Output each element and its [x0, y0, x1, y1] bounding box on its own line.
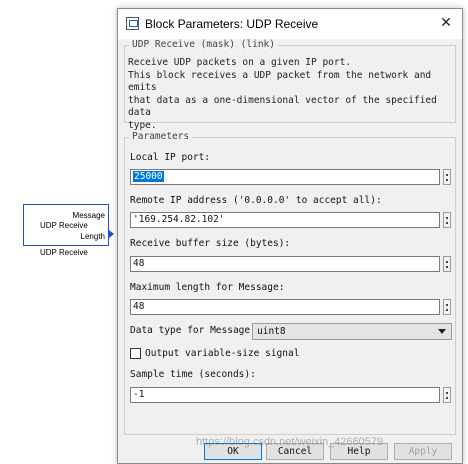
sample-time-label: Sample time (seconds): [130, 369, 256, 380]
data-type-select[interactable]: uint8 [252, 323, 452, 340]
buffer-size-input[interactable]: 48 [130, 256, 440, 272]
description-line: This block receives a UDP packet from th… [128, 69, 432, 94]
close-button[interactable]: ✕ [438, 14, 454, 32]
title-bar[interactable]: Block Parameters: UDP Receive ✕ [118, 9, 462, 39]
port-label-message: Message [72, 211, 105, 220]
data-type-label: Data type for Message: [130, 325, 256, 336]
local-port-label: Local IP port: [130, 152, 211, 163]
block-description: Receive UDP packets on a given IP port. … [128, 57, 454, 132]
udp-receive-block[interactable]: Message UDP Receive Length [23, 204, 109, 246]
block-parameters-dialog: Block Parameters: UDP Receive ✕ UDP Rece… [117, 8, 463, 464]
local-port-value: 25000 [133, 171, 164, 182]
max-length-edit-button[interactable] [443, 299, 451, 315]
simulink-window-icon [126, 17, 139, 30]
variable-size-checkbox[interactable] [130, 348, 141, 359]
variable-size-label: Output variable-size signal [145, 348, 300, 359]
sample-time-input[interactable]: -1 [130, 387, 440, 403]
cancel-button[interactable]: Cancel [266, 443, 324, 460]
block-name-label: UDP Receive [40, 248, 88, 257]
sample-time-edit-button[interactable] [443, 387, 451, 403]
description-line: that data as a one-dimensional vector of… [128, 94, 437, 119]
local-port-edit-button[interactable] [443, 169, 451, 185]
buffer-size-edit-button[interactable] [443, 256, 451, 272]
local-port-input[interactable]: 25000 [130, 169, 440, 185]
mask-heading: UDP Receive (mask) (link) [129, 39, 278, 50]
description-line: Receive UDP packets on a given IP port. [128, 57, 352, 68]
remote-ip-input[interactable]: '169.254.82.102' [130, 212, 440, 228]
block-inner-title: UDP Receive [40, 221, 88, 230]
max-length-label: Maximum length for Message: [130, 282, 285, 293]
remote-ip-edit-button[interactable] [443, 212, 451, 228]
chevron-down-icon [438, 329, 446, 334]
parameters-heading: Parameters [129, 131, 193, 142]
buffer-size-label: Receive buffer size (bytes): [130, 238, 291, 249]
data-type-value: uint8 [257, 326, 286, 337]
remote-ip-label: Remote IP address ('0.0.0.0' to accept a… [130, 195, 382, 206]
help-button[interactable]: Help [330, 443, 388, 460]
outport-arrow-icon[interactable] [109, 230, 114, 238]
dialog-title: Block Parameters: UDP Receive [145, 17, 319, 31]
max-length-input[interactable]: 48 [130, 299, 440, 315]
apply-button[interactable]: Apply [394, 443, 452, 460]
ok-button[interactable]: OK [204, 443, 262, 460]
port-label-length: Length [80, 232, 105, 241]
